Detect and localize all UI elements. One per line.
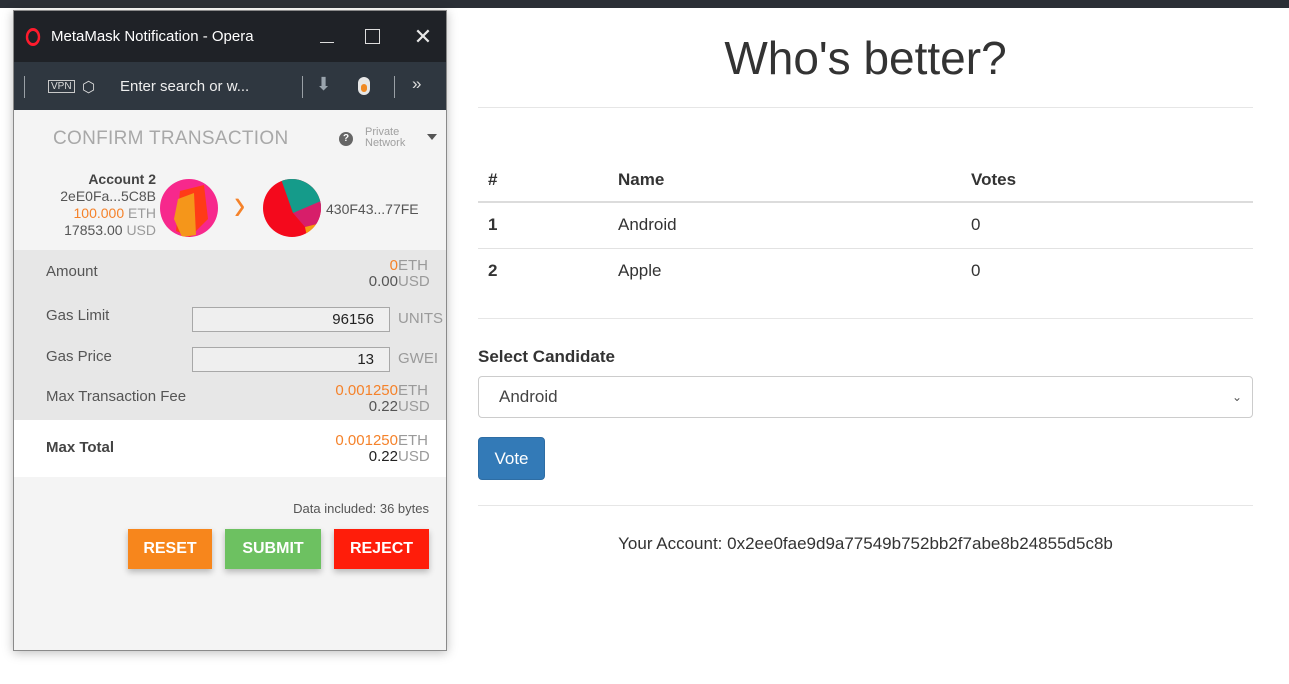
caret-down-icon[interactable] — [427, 134, 437, 140]
to-address: 430F43...77FE — [326, 201, 419, 217]
help-icon[interactable]: ? — [339, 132, 353, 146]
transaction-details: Amount 0 0.00 ETH USD Gas Limit 96156 UN… — [14, 250, 446, 420]
divider — [478, 107, 1253, 108]
page-title: Who's better? — [724, 32, 1007, 84]
metamask-header: CONFIRM TRANSACTION ? Private Network — [14, 110, 446, 162]
max-fee-eth-unit: ETH — [398, 382, 428, 399]
max-fee-usd: 0.22 — [368, 398, 398, 415]
your-account-text: Your Account: 0x2ee0fae9d9a77549b752bb2f… — [618, 534, 1113, 553]
gas-limit-unit: UNITS — [398, 310, 443, 327]
row-number: 2 — [478, 247, 608, 294]
gas-price-input[interactable]: 13 — [192, 347, 390, 372]
candidates-table: # Name Votes 1 Android 0 2 Apple 0 — [478, 158, 1253, 294]
network-line2: Network — [365, 137, 406, 149]
separator — [24, 76, 25, 98]
amount-eth: 0 — [389, 257, 398, 274]
double-chevron-right-icon[interactable]: » — [412, 74, 421, 94]
max-total-label: Max Total — [46, 439, 115, 456]
arrow-right-icon: › — [234, 180, 246, 230]
amount-label: Amount — [46, 263, 98, 280]
account-row: Account 2 2eE0Fa...5C8B 100.000 ETH 1785… — [14, 162, 446, 250]
table-row: 1 Android 0 — [478, 202, 1253, 248]
header-name: Name — [608, 158, 961, 203]
gas-price-label: Gas Price — [46, 348, 112, 365]
from-eth-balance: 100.000 — [73, 205, 125, 221]
candidate-select-value: Android — [499, 387, 558, 406]
row-votes: 0 — [961, 247, 1253, 294]
header-votes: Votes — [961, 158, 1253, 203]
row-name: Apple — [608, 247, 961, 294]
to-identicon — [263, 179, 321, 237]
data-included-text: Data included: 36 bytes — [293, 501, 429, 516]
vpn-badge[interactable]: VPN — [48, 80, 75, 93]
chevron-down-icon: ⌄ — [1231, 390, 1242, 404]
close-button[interactable]: ✕ — [403, 11, 443, 62]
address-input[interactable]: Enter search or w... — [120, 78, 249, 95]
minimize-icon — [320, 42, 334, 43]
metamask-popup-window: MetaMask Notification - Opera ✕ VPN ⬡ En… — [13, 10, 447, 651]
amount-values: 0 0.00 — [369, 258, 398, 290]
maximize-button[interactable] — [352, 11, 392, 62]
download-icon[interactable]: ⬇ — [316, 74, 331, 95]
window-title: MetaMask Notification - Opera — [51, 28, 254, 45]
amount-usd: 0.00 — [368, 273, 398, 290]
gas-limit-input[interactable]: 96156 — [192, 307, 390, 332]
row-name: Android — [618, 215, 677, 235]
amount-eth-unit: ETH — [398, 257, 428, 274]
select-candidate-label: Select Candidate — [478, 347, 615, 366]
maximize-icon — [364, 29, 380, 44]
separator — [394, 76, 395, 98]
divider — [478, 318, 1253, 319]
cube-icon[interactable]: ⬡ — [82, 78, 95, 96]
max-total-usd-unit: USD — [398, 448, 430, 465]
amount-usd-unit: USD — [398, 273, 430, 290]
from-identicon — [160, 179, 218, 237]
window-titlebar: MetaMask Notification - Opera ✕ — [14, 11, 446, 62]
max-fee-usd-unit: USD — [398, 398, 430, 415]
close-icon: ✕ — [413, 23, 433, 49]
table-row: 2 Apple 0 — [478, 247, 1253, 294]
reject-button[interactable]: REJECT — [334, 529, 429, 569]
metamask-extension-icon[interactable] — [358, 77, 370, 95]
address-bar: VPN ⬡ Enter search or w... ⬇ » — [14, 62, 446, 110]
divider — [478, 505, 1253, 506]
header-number: # — [478, 158, 608, 203]
separator — [302, 76, 303, 98]
dapp-page: Who's better? # Name Votes 1 Android 0 2… — [478, 8, 1253, 554]
table-header-row: # Name Votes — [478, 158, 1253, 203]
browser-top-strip — [0, 0, 1289, 8]
row-number: 1 — [488, 215, 498, 235]
max-fee-eth: 0.001250 — [335, 382, 398, 399]
vote-button[interactable]: Vote — [478, 437, 545, 480]
confirm-transaction-title: CONFIRM TRANSACTION — [53, 128, 289, 149]
max-total-row: Max Total 0.001250 0.22 ETH USD — [14, 420, 446, 477]
network-selector[interactable]: Private Network — [365, 127, 405, 149]
from-account-name: Account 2 — [88, 171, 156, 187]
row-votes: 0 — [971, 215, 981, 235]
candidate-select[interactable]: Android ⌄ — [478, 376, 1253, 418]
from-address: 2eE0Fa...5C8B — [60, 188, 156, 204]
gas-limit-label: Gas Limit — [46, 307, 110, 324]
reset-button[interactable]: RESET — [128, 529, 212, 569]
submit-button[interactable]: SUBMIT — [225, 529, 321, 569]
from-eth-unit: ETH — [128, 205, 156, 221]
gas-price-unit: GWEI — [398, 350, 438, 367]
max-total-values: 0.001250 0.22 — [335, 433, 398, 465]
max-total-eth: 0.001250 — [335, 432, 398, 449]
max-total-eth-unit: ETH — [398, 432, 428, 449]
max-fee-values: 0.001250 0.22 — [335, 383, 398, 415]
opera-logo-icon — [25, 27, 41, 46]
from-usd-unit: USD — [126, 222, 156, 238]
minimize-button[interactable] — [307, 11, 347, 62]
max-total-usd: 0.22 — [368, 448, 398, 465]
from-account: Account 2 2eE0Fa...5C8B 100.000 ETH 1785… — [36, 171, 156, 239]
max-fee-label: Max Transaction Fee — [46, 388, 187, 405]
from-usd-balance: 17853.00 — [64, 222, 123, 238]
